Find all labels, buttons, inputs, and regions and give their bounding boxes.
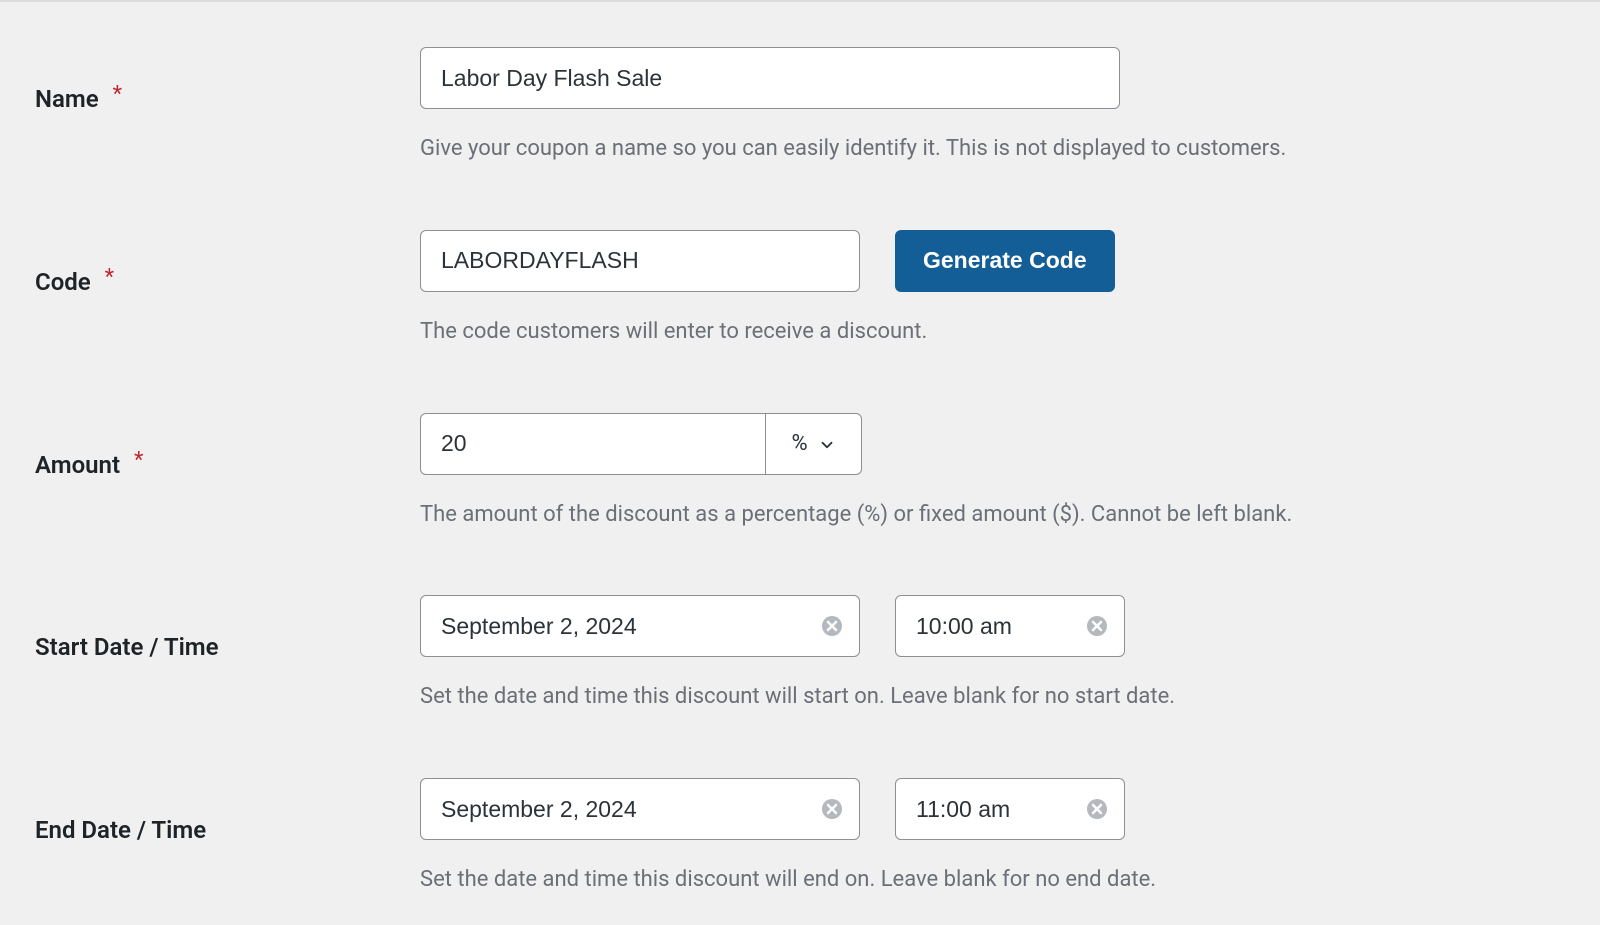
start-date-input[interactable]	[420, 595, 860, 657]
amount-unit-select[interactable]: %	[765, 413, 862, 475]
end-time-wrap	[895, 778, 1125, 840]
clear-start-time-icon[interactable]	[1085, 614, 1109, 638]
end-field-col: Set the date and time this discount will…	[420, 778, 1565, 896]
code-label-col: Code *	[35, 230, 420, 296]
chevron-down-icon	[818, 435, 836, 453]
start-time-wrap	[895, 595, 1125, 657]
generate-code-button[interactable]: Generate Code	[895, 230, 1115, 292]
start-field-col: Set the date and time this discount will…	[420, 595, 1565, 713]
end-date-input[interactable]	[420, 778, 860, 840]
amount-group: %	[420, 413, 862, 475]
coupon-form: Name * Give your coupon a name so you ca…	[0, 2, 1600, 896]
amount-row: Amount * % The amount of the discount as…	[35, 413, 1565, 531]
clear-end-time-icon[interactable]	[1085, 797, 1109, 821]
start-row: Start Date / Time Set the date and time …	[35, 595, 1565, 713]
amount-label-col: Amount *	[35, 413, 420, 479]
amount-unit-value: %	[791, 431, 807, 456]
name-row: Name * Give your coupon a name so you ca…	[35, 47, 1565, 165]
clear-end-date-icon[interactable]	[820, 797, 844, 821]
amount-input[interactable]	[420, 413, 765, 475]
end-date-wrap	[420, 778, 860, 840]
end-label: End Date / Time	[35, 816, 206, 844]
start-date-wrap	[420, 595, 860, 657]
code-label: Code	[35, 268, 91, 296]
code-input[interactable]	[420, 230, 860, 292]
name-label: Name	[35, 85, 99, 113]
amount-label: Amount	[35, 451, 120, 479]
start-label-col: Start Date / Time	[35, 595, 420, 661]
code-helper: The code customers will enter to receive…	[420, 317, 1565, 348]
code-row: Code * Generate Code The code customers …	[35, 230, 1565, 348]
name-field-col: Give your coupon a name so you can easil…	[420, 47, 1565, 165]
required-asterisk: *	[134, 448, 143, 473]
end-label-col: End Date / Time	[35, 778, 420, 844]
amount-helper: The amount of the discount as a percenta…	[420, 500, 1565, 531]
start-label: Start Date / Time	[35, 633, 219, 661]
name-helper: Give your coupon a name so you can easil…	[420, 134, 1565, 165]
end-row: End Date / Time Set the date and time th…	[35, 778, 1565, 896]
clear-start-date-icon[interactable]	[820, 614, 844, 638]
amount-field-col: % The amount of the discount as a percen…	[420, 413, 1565, 531]
name-input[interactable]	[420, 47, 1120, 109]
required-asterisk: *	[113, 82, 122, 107]
end-helper: Set the date and time this discount will…	[420, 865, 1565, 896]
code-field-col: Generate Code The code customers will en…	[420, 230, 1565, 348]
name-label-col: Name *	[35, 47, 420, 113]
start-helper: Set the date and time this discount will…	[420, 682, 1565, 713]
required-asterisk: *	[105, 265, 114, 290]
